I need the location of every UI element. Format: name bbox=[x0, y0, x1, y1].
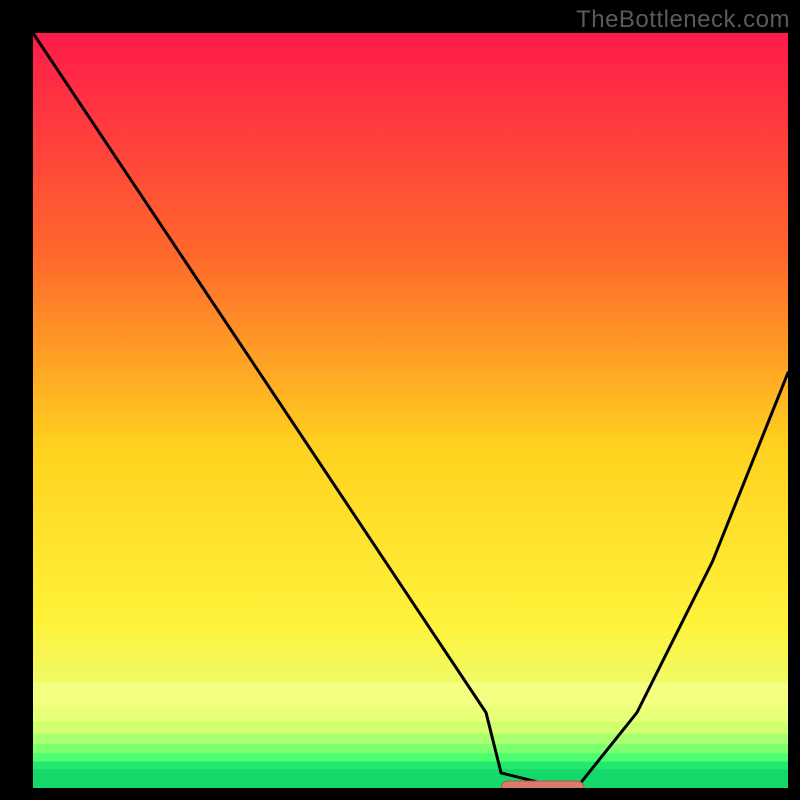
gradient-band bbox=[33, 734, 788, 745]
gradient-band bbox=[33, 722, 788, 735]
gradient-band bbox=[33, 744, 788, 754]
gradient-band bbox=[33, 769, 788, 788]
chart-border bbox=[0, 0, 33, 800]
bottleneck-chart bbox=[0, 0, 800, 800]
gradient-background bbox=[33, 33, 788, 788]
gradient-band bbox=[33, 682, 788, 707]
watermark-text: TheBottleneck.com bbox=[576, 6, 790, 34]
gradient-band bbox=[33, 762, 788, 770]
gradient-band bbox=[33, 753, 788, 762]
chart-border bbox=[0, 788, 800, 800]
chart-frame: TheBottleneck.com bbox=[0, 0, 800, 800]
gradient-band bbox=[33, 706, 788, 722]
chart-border bbox=[788, 0, 800, 800]
